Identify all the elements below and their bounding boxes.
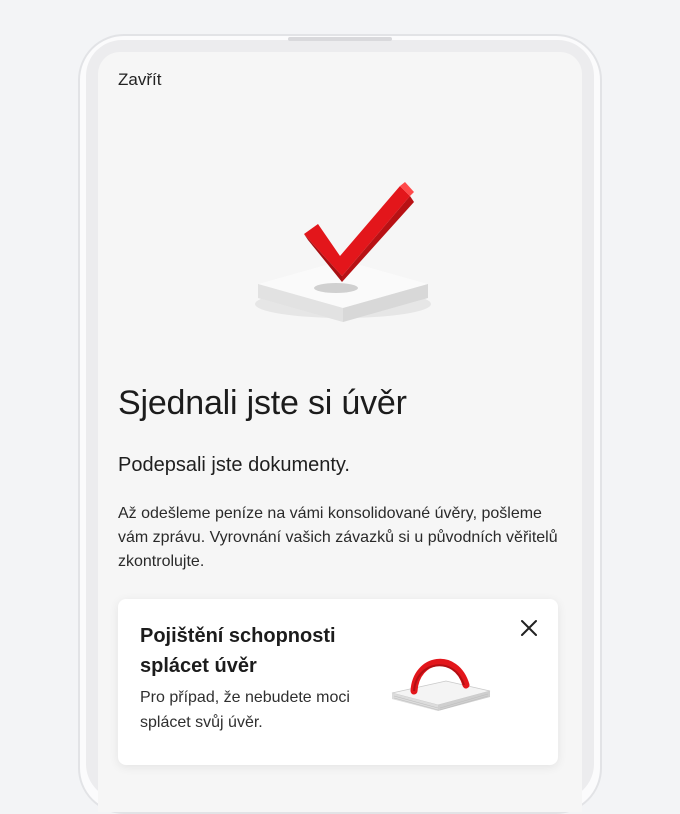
page-subtitle: Podepsali jste dokumenty. [118, 454, 350, 476]
promo-text: Pro případ, že nebudete moci splácet svů… [140, 689, 350, 731]
page-title: Sjednali jste si úvěr [118, 384, 407, 422]
app-screen: Zavřít Sjednali jste si úvěr Podepsali j… [98, 52, 582, 812]
paper-stack-umbrella-illustration [391, 658, 491, 711]
checkmark-illustration [255, 182, 431, 322]
description-text: Až odešleme peníze na vámi konsolidované… [118, 505, 558, 570]
close-button[interactable]: Zavřít [118, 70, 161, 90]
insurance-promo-card[interactable]: Pojištění schopnosti splácet úvěr Pro př… [118, 599, 558, 765]
close-icon[interactable] [518, 617, 540, 639]
phone-notch [288, 37, 392, 41]
promo-title: Pojištění schopnosti splácet úvěr [140, 625, 336, 677]
